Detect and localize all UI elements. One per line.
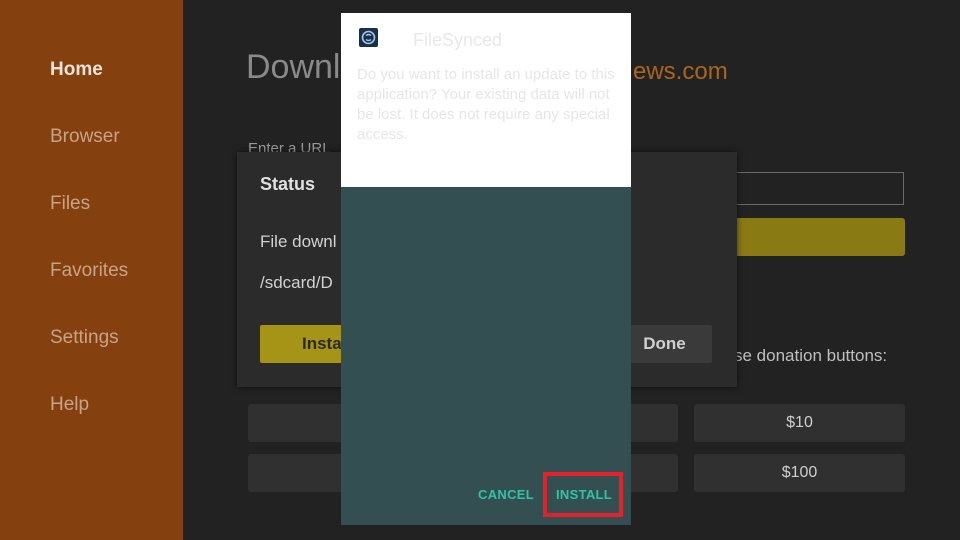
sidebar-item-home[interactable]: Home	[50, 59, 103, 81]
donation-button-100[interactable]: $100	[694, 454, 905, 492]
install-dialog: FileSynced Do you want to install an upd…	[341, 13, 631, 525]
sidebar-item-browser[interactable]: Browser	[50, 126, 120, 148]
app-icon	[359, 28, 378, 47]
page-title: Downl	[246, 48, 341, 86]
donation-text: se donation buttons:	[734, 346, 888, 365]
cancel-button[interactable]: CANCEL	[478, 487, 534, 502]
sidebar: Home Browser Files Favorites Settings He…	[0, 0, 183, 540]
install-highlight-box	[543, 472, 623, 517]
sidebar-item-favorites[interactable]: Favorites	[50, 260, 128, 282]
sidebar-item-settings[interactable]: Settings	[50, 327, 119, 349]
status-line-1: File downl	[260, 232, 337, 251]
app-name: FileSynced	[413, 30, 503, 50]
dialog-message: Do you want to install an update to this…	[357, 66, 615, 143]
status-line-2: /sdcard/D	[260, 273, 333, 292]
donation-button-10[interactable]: $10	[694, 404, 905, 442]
sidebar-item-files[interactable]: Files	[50, 193, 90, 215]
domain-text: ews.com	[633, 58, 728, 85]
sidebar-item-help[interactable]: Help	[50, 394, 89, 416]
status-title: Status	[260, 174, 316, 194]
